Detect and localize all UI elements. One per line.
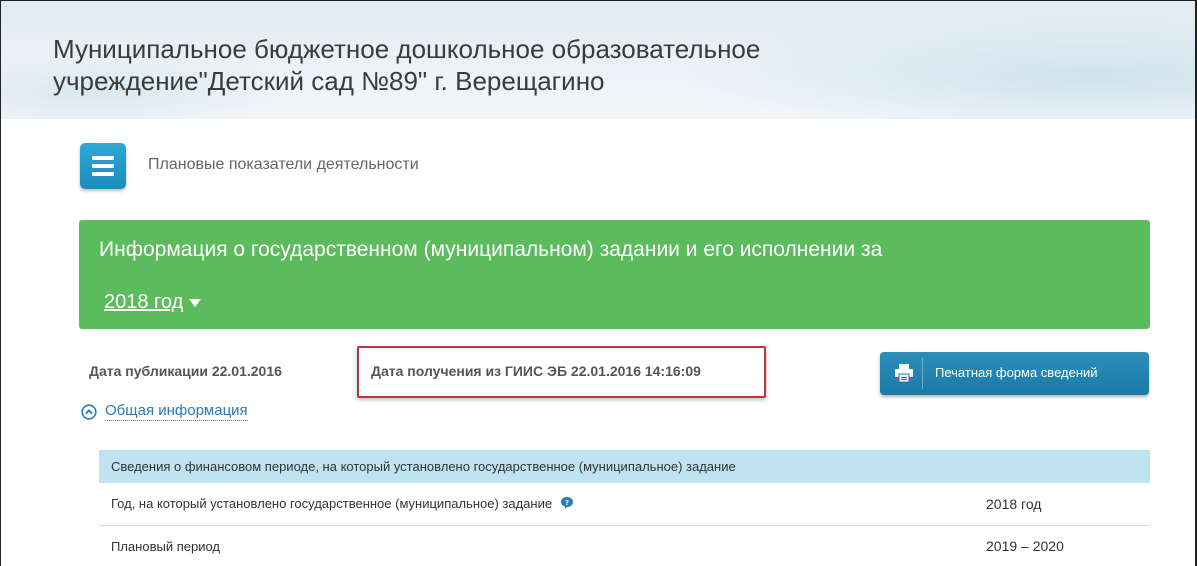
- year-dropdown-value: 2018 год: [104, 291, 184, 313]
- general-info-label: Общая информация: [105, 402, 248, 421]
- table-row-label: Плановый период: [99, 525, 986, 566]
- page-header: Муниципальное бюджетное дошкольное образ…: [1, 1, 1195, 119]
- task-info-banner: Информация о государственном (муниципаль…: [79, 220, 1150, 329]
- organization-title: Муниципальное бюджетное дошкольное образ…: [53, 33, 953, 97]
- row-label-text: Год, на который установлено государствен…: [111, 496, 553, 512]
- print-form-button-label: Печатная форма сведений: [935, 365, 1098, 380]
- caret-down-icon: [189, 298, 202, 307]
- button-divider: [922, 358, 923, 389]
- table-row-value: 2019 – 2020: [986, 525, 1150, 566]
- banner-title: Информация о государственном (муниципаль…: [99, 238, 883, 261]
- table-row: Год, на который установлено государствен…: [99, 483, 1150, 526]
- svg-text:?: ?: [565, 499, 569, 507]
- help-icon[interactable]: ?: [560, 496, 574, 510]
- received-date: Дата получения из ГИИС ЭБ 22.01.2016 14:…: [371, 363, 701, 379]
- table-row-label: Год, на который установлено государствен…: [99, 483, 986, 526]
- menu-line: [92, 172, 114, 176]
- organization-title-line2: учреждение"Детский сад №89" г. Верещагин…: [53, 66, 605, 96]
- publication-date: Дата публикации 22.01.2016: [89, 363, 282, 379]
- menu-line: [92, 164, 114, 168]
- table-header-row: Сведения о финансовом периоде, на которы…: [99, 450, 1150, 483]
- table-header: Сведения о финансовом периоде, на которы…: [99, 450, 1150, 483]
- printer-icon: [895, 364, 913, 383]
- breadcrumb: Плановые показатели деятельности: [148, 156, 419, 173]
- table-row: Плановый период 2019 – 2020: [99, 525, 1150, 566]
- chevron-up-circle-icon: [81, 404, 97, 420]
- table-row-value: 2018 год: [986, 483, 1150, 526]
- print-form-button[interactable]: Печатная форма сведений: [880, 352, 1149, 395]
- financial-period-table: Сведения о финансовом периоде, на которы…: [99, 450, 1150, 566]
- organization-title-line1: Муниципальное бюджетное дошкольное образ…: [53, 34, 761, 64]
- page-frame: Муниципальное бюджетное дошкольное образ…: [0, 0, 1197, 566]
- menu-line: [92, 156, 114, 160]
- received-date-highlight: Дата получения из ГИИС ЭБ 22.01.2016 14:…: [357, 346, 766, 398]
- hamburger-menu-icon[interactable]: [80, 143, 126, 189]
- year-dropdown[interactable]: 2018 год: [104, 291, 202, 314]
